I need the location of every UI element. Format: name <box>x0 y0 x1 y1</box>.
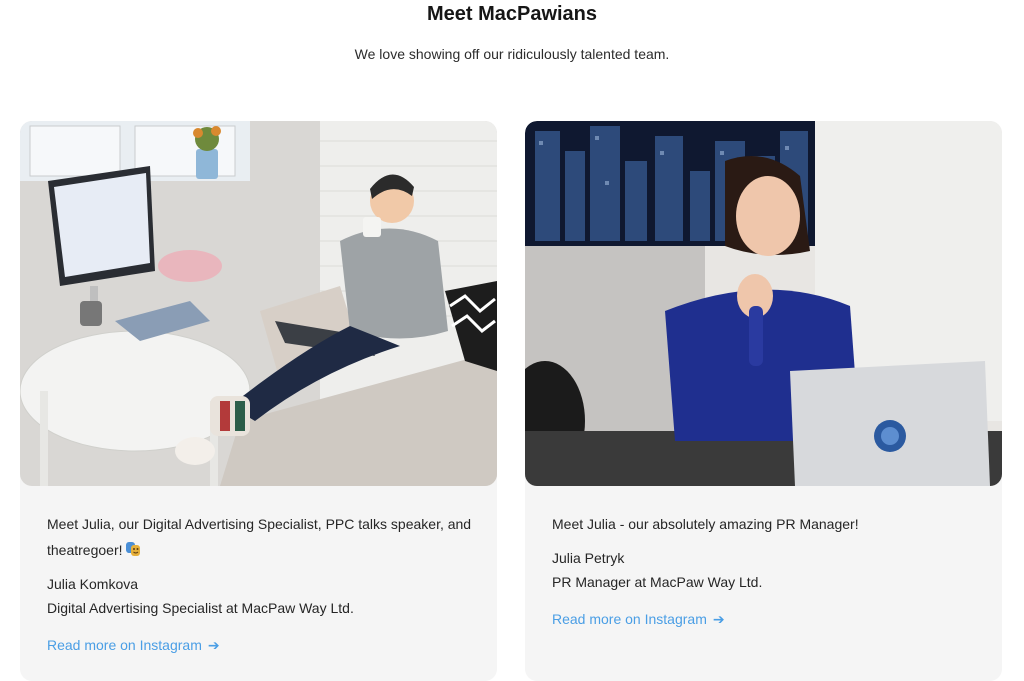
read-more-instagram-link[interactable]: Read more on Instagram ➔ <box>47 634 220 656</box>
team-cards: Meet Julia, our Digital Advertising Spec… <box>20 121 1002 681</box>
member-role: Digital Advertising Specialist at MacPaw… <box>47 600 354 616</box>
photo-illustration <box>20 121 497 486</box>
arrow-right-icon: ➔ <box>712 611 725 627</box>
team-card-julia-petryk: Meet Julia - our absolutely amazing PR M… <box>525 121 1002 681</box>
card-body: Meet Julia - our absolutely amazing PR M… <box>552 511 978 632</box>
section-header: Meet MacPawians We love showing off our … <box>0 0 1024 63</box>
link-label: Read more on Instagram <box>47 637 202 653</box>
link-label: Read more on Instagram <box>552 611 707 627</box>
page-subtitle: We love showing off our ridiculously tal… <box>354 46 670 62</box>
member-name: Julia Petryk <box>552 550 625 566</box>
arrow-right-icon: ➔ <box>207 637 220 653</box>
card-description: Meet Julia - our absolutely amazing PR M… <box>552 516 859 532</box>
photo-illustration <box>525 121 1002 486</box>
description-text: Meet Julia, our Digital Advertising Spec… <box>47 516 472 558</box>
card-description: Meet Julia, our Digital Advertising Spec… <box>47 511 473 563</box>
theater-masks-icon <box>125 542 140 556</box>
card-body: Meet Julia, our Digital Advertising Spec… <box>47 511 473 658</box>
read-more-instagram-link[interactable]: Read more on Instagram ➔ <box>552 608 725 630</box>
member-role: PR Manager at MacPaw Way Ltd. <box>552 574 763 590</box>
team-member-photo <box>525 121 1002 486</box>
member-name: Julia Komkova <box>47 576 139 592</box>
page-title: Meet MacPawians <box>426 3 598 25</box>
team-member-photo <box>20 121 497 486</box>
team-card-julia-komkova: Meet Julia, our Digital Advertising Spec… <box>20 121 497 681</box>
